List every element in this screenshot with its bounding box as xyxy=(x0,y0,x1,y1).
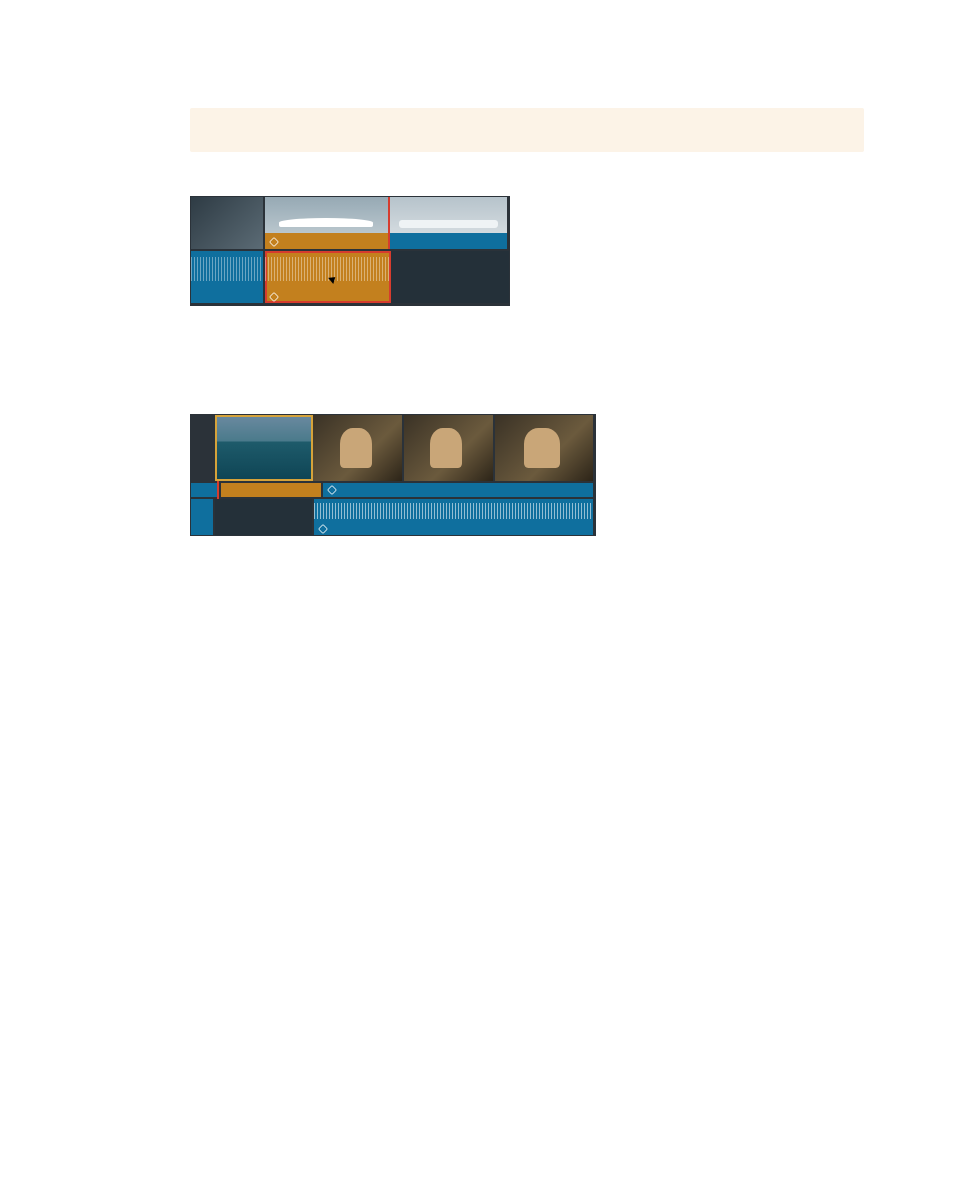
step-4-followup xyxy=(190,324,864,332)
step-number xyxy=(162,394,202,402)
step-number xyxy=(162,176,202,184)
figure-timeline-1 xyxy=(190,196,864,306)
step-2 xyxy=(190,554,864,562)
step-number xyxy=(162,352,202,360)
step-number xyxy=(162,338,202,346)
step-number xyxy=(162,554,202,562)
link-icon xyxy=(269,237,279,247)
link-icon xyxy=(318,524,328,534)
step-5 xyxy=(190,338,864,346)
link-icon xyxy=(269,292,279,302)
figure-timeline-2 xyxy=(190,414,864,536)
step-4 xyxy=(190,176,864,184)
step-1 xyxy=(190,394,864,402)
link-icon xyxy=(327,485,337,495)
step-6 xyxy=(190,352,864,360)
tip-callout xyxy=(190,108,864,152)
